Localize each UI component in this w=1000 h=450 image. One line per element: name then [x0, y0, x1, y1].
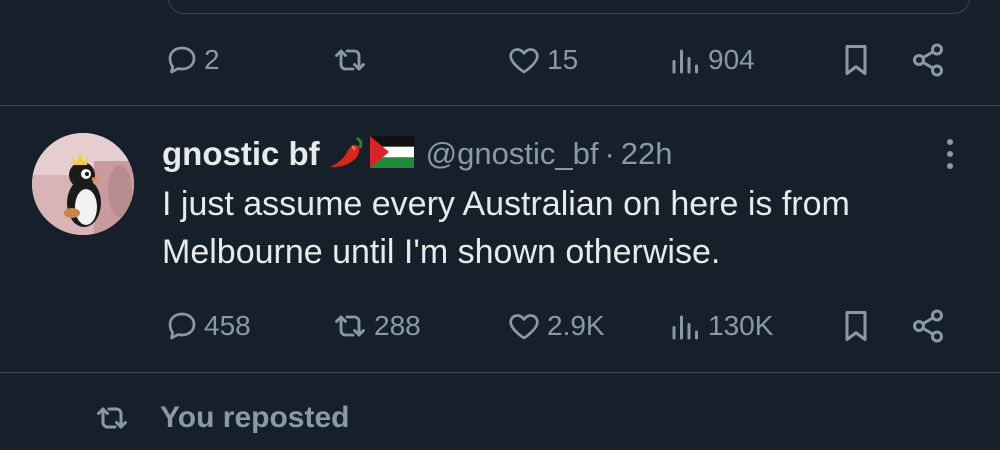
- bookmark-button[interactable]: [838, 30, 874, 90]
- divider: [0, 105, 1000, 106]
- repost-button[interactable]: [330, 30, 374, 90]
- divider: [0, 372, 1000, 373]
- heart-icon: [509, 314, 539, 340]
- display-name[interactable]: gnostic bf: [162, 135, 320, 173]
- like-button[interactable]: 2.9K: [505, 296, 605, 356]
- tweet-text: I just assume every Australian on here i…: [162, 185, 850, 271]
- share-icon: [913, 43, 943, 77]
- bookmark-icon: [845, 45, 867, 75]
- palestine-flag-emoji: [369, 135, 414, 173]
- share-icon: [913, 309, 943, 343]
- repost-count: 288: [374, 310, 421, 341]
- views-button[interactable]: 130K: [668, 296, 773, 356]
- reposted-label[interactable]: You reposted: [160, 401, 349, 435]
- more-button[interactable]: [930, 132, 970, 176]
- quoted-card-edge[interactable]: [168, 0, 970, 14]
- share-button[interactable]: [910, 296, 946, 356]
- reply-count: 2: [204, 44, 220, 75]
- reply-icon: [168, 46, 196, 74]
- views-icon: [672, 49, 698, 74]
- avatar[interactable]: [32, 133, 134, 235]
- time-separator: ·: [604, 136, 615, 171]
- repost-icon: [335, 315, 365, 337]
- views-icon: [672, 315, 698, 340]
- reply-icon: [168, 312, 196, 340]
- bookmark-icon: [845, 311, 867, 341]
- repost-icon: [335, 49, 365, 71]
- handle[interactable]: @gnostic_bf: [426, 136, 599, 172]
- tweet-action-bar: 458 288 2.9K 130K: [0, 296, 1000, 356]
- more-icon: [947, 139, 953, 169]
- penguin-avatar-icon: [32, 133, 134, 235]
- reply-button[interactable]: 2: [164, 30, 220, 90]
- timestamp[interactable]: 22h: [621, 136, 673, 172]
- views-button[interactable]: 904: [668, 30, 755, 90]
- reply-button[interactable]: 458: [164, 296, 251, 356]
- repost-button[interactable]: 288: [330, 296, 421, 356]
- reply-count: 458: [204, 310, 251, 341]
- repost-icon: [97, 407, 127, 429]
- share-button[interactable]: [910, 30, 946, 90]
- tweet-header: gnostic bf @gnostic_bf · 22h: [162, 130, 673, 178]
- chili-pepper-emoji: [328, 133, 368, 176]
- like-count: 15: [547, 44, 579, 75]
- views-count: 130K: [708, 310, 774, 341]
- like-button[interactable]: 15: [505, 30, 578, 90]
- reposted-indicator: You reposted: [92, 392, 349, 444]
- heart-icon: [509, 48, 539, 74]
- bookmark-button[interactable]: [838, 296, 874, 356]
- like-count: 2.9K: [547, 310, 605, 341]
- views-count: 904: [708, 44, 755, 75]
- top-action-bar: 2 15 904: [0, 30, 1000, 90]
